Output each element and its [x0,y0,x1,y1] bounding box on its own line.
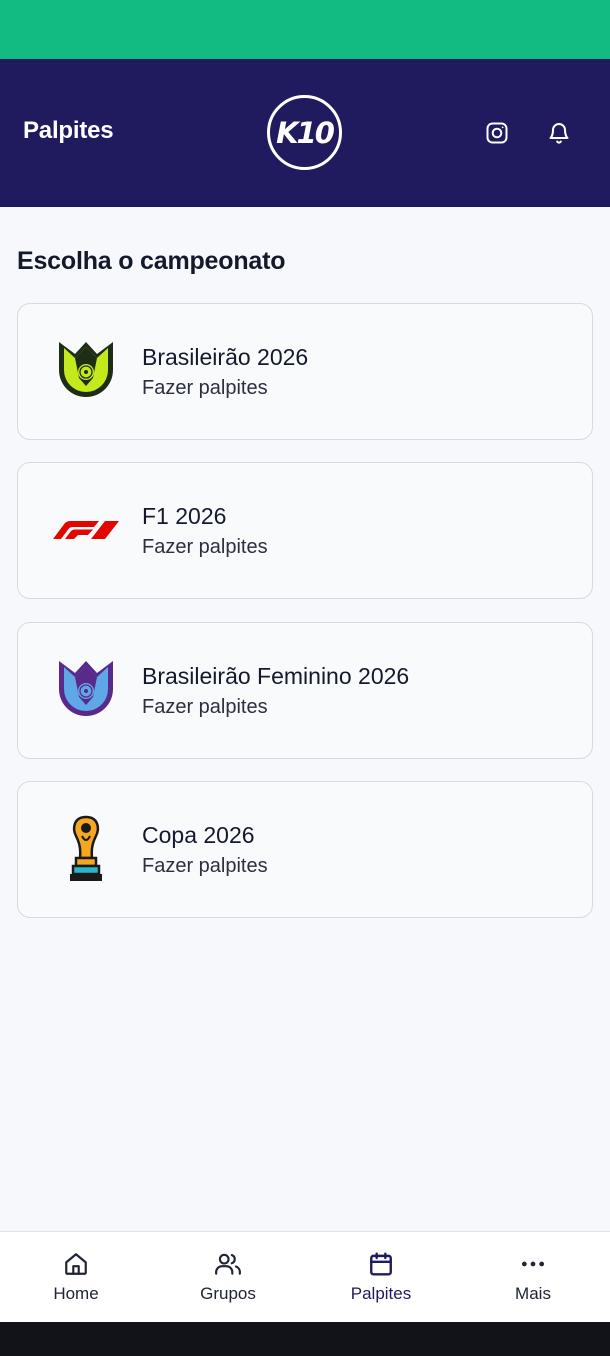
main-content: Escolha o campeonato Brasileirão 2026 Fa… [0,207,610,1231]
nav-label: Grupos [200,1284,256,1303]
k10-logo[interactable]: K10 [267,95,342,170]
users-icon [215,1253,241,1275]
championship-card-copa[interactable]: Copa 2026 Fazer palpites [17,781,593,918]
home-icon [65,1253,87,1275]
page-title: Palpites [23,117,114,144]
system-gesture-bar [0,1322,610,1356]
championship-name: Brasileirão Feminino 2026 [142,663,410,689]
world-cup-trophy-icon [51,814,121,884]
f1-logo-icon [51,495,121,565]
more-dots-icon [521,1261,545,1267]
championship-name: F1 2026 [142,503,227,529]
brasileirao-feminino-emblem-icon [51,655,121,725]
championship-card-brasileirao-feminino[interactable]: Brasileirão Feminino 2026 Fazer palpites [17,622,593,759]
bottom-navigation: Home Grupos Palpites Mais [0,1231,610,1322]
instagram-icon [486,122,508,144]
logo-text: K10 [276,115,335,150]
nav-label: Home [53,1284,99,1303]
nav-palpites[interactable]: Palpites [305,1232,457,1323]
nav-mais[interactable]: Mais [457,1232,609,1323]
championship-action: Fazer palpites [142,696,268,718]
nav-grupos[interactable]: Grupos [152,1232,304,1323]
calendar-icon [370,1252,392,1276]
championship-name: Copa 2026 [142,822,255,848]
nav-label: Palpites [350,1284,412,1303]
notifications-button[interactable] [544,118,574,148]
championship-action: Fazer palpites [142,855,268,877]
nav-home[interactable]: Home [0,1232,152,1323]
nav-label: Mais [515,1284,551,1303]
championship-card-f1[interactable]: F1 2026 Fazer palpites [17,462,593,599]
bell-icon [549,123,569,144]
championship-card-brasileirao[interactable]: Brasileirão 2026 Fazer palpites [17,303,593,440]
championship-name: Brasileirão 2026 [142,344,309,370]
app-header: Palpites K10 [0,59,610,207]
championship-action: Fazer palpites [142,536,268,558]
section-title: Escolha o campeonato [17,247,286,275]
brasileirao-emblem-icon [51,336,121,406]
status-bar [0,0,610,59]
championship-action: Fazer palpites [142,377,268,399]
instagram-button[interactable] [482,118,512,148]
